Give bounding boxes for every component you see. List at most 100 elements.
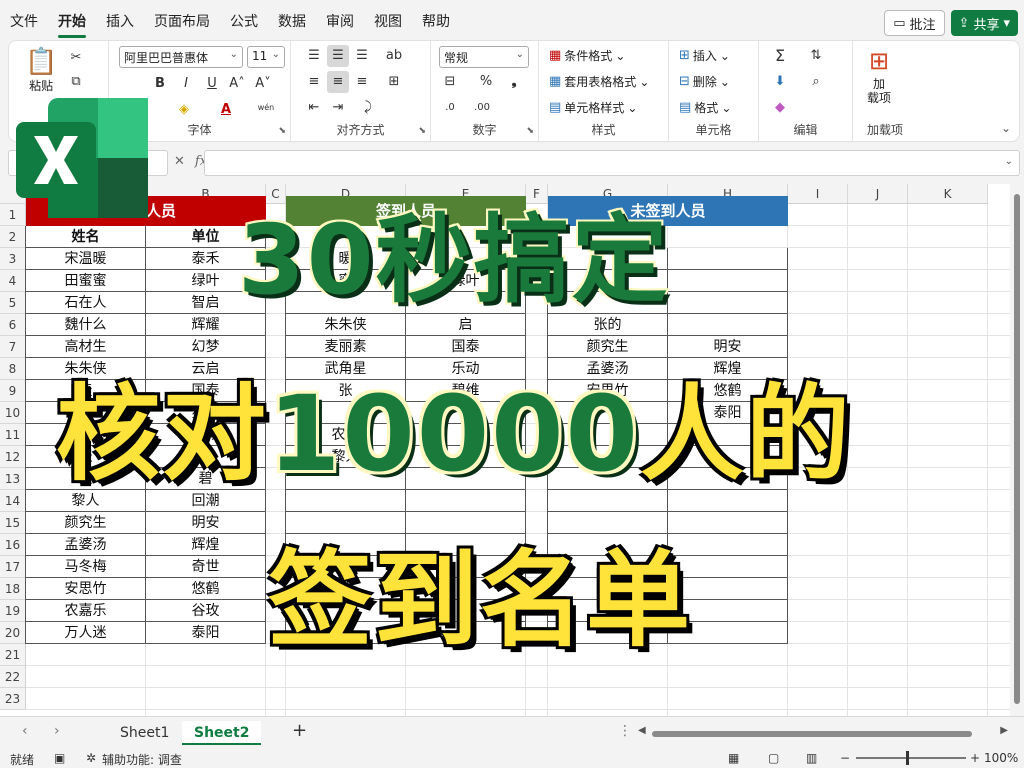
shrink-font-button[interactable]: A˅	[251, 73, 275, 95]
row-header[interactable]: 13	[0, 468, 26, 490]
align-right-icon[interactable]: ≡	[351, 71, 373, 93]
name-cell[interactable]: 高材生	[26, 336, 146, 358]
column-header[interactable]: K	[908, 184, 988, 204]
row-header[interactable]: 9	[0, 380, 26, 402]
unit-cell[interactable]: 国泰	[406, 336, 526, 358]
name-cell[interactable]: 马冬梅	[26, 556, 146, 578]
unit-cell[interactable]: 辉煌	[146, 534, 266, 556]
row-header[interactable]: 10	[0, 402, 26, 424]
row-header[interactable]: 14	[0, 490, 26, 512]
horizontal-scrollbar[interactable]: ◀ ▶	[638, 725, 1008, 739]
menu-home[interactable]: 开始	[48, 0, 96, 44]
row-header[interactable]: 12	[0, 446, 26, 468]
align-bottom-icon[interactable]: ☰	[351, 45, 373, 67]
header-name-cell[interactable]: 姓名	[26, 226, 146, 248]
fill-icon[interactable]: ⬇	[769, 71, 791, 93]
format-cells-button[interactable]: ▤ 格式 ⌄	[679, 99, 731, 116]
page-break-view-icon[interactable]: ▥	[806, 751, 817, 765]
empty-cell[interactable]	[548, 512, 668, 534]
autosum-icon[interactable]: Σ	[769, 45, 791, 67]
row-header[interactable]: 2	[0, 226, 26, 248]
font-name-select[interactable]: 阿里巴巴普惠体 ⌄	[119, 46, 243, 68]
name-cell[interactable]: 孟婆汤	[26, 534, 146, 556]
unit-cell[interactable]: 幻梦	[146, 336, 266, 358]
scroll-left-icon[interactable]: ◀	[638, 725, 646, 736]
page-layout-view-icon[interactable]: ▢	[768, 751, 779, 765]
unit-cell[interactable]: 奇世	[146, 556, 266, 578]
merge-center-icon[interactable]: ⊞	[383, 71, 405, 93]
zoom-slider-thumb[interactable]	[906, 751, 909, 765]
delete-cells-button[interactable]: ⊟ 删除 ⌄	[679, 73, 730, 90]
clear-icon[interactable]: ◆	[769, 97, 791, 119]
menu-page-layout[interactable]: 页面布局	[144, 0, 220, 44]
zoom-in-icon[interactable]: +	[970, 751, 980, 765]
menu-formulas[interactable]: 公式	[220, 0, 268, 44]
column-header[interactable]: F	[526, 184, 548, 204]
dialog-launcher-icon[interactable]: ⬊	[278, 126, 286, 136]
ribbon-collapse-icon[interactable]: ⌄	[1001, 121, 1011, 135]
increase-decimal-icon[interactable]: .0	[439, 97, 461, 119]
currency-icon[interactable]: ⊟	[439, 71, 461, 93]
empty-cell[interactable]	[406, 512, 526, 534]
row-header[interactable]: 5	[0, 292, 26, 314]
conditional-formatting-button[interactable]: ▦ 条件格式 ⌄	[549, 47, 625, 64]
number-format-select[interactable]: 常规 ⌄	[439, 46, 529, 68]
name-cell[interactable]: 石在人	[26, 292, 146, 314]
zoom-slider[interactable]	[856, 751, 966, 765]
vertical-scrollbar[interactable]	[1010, 184, 1024, 716]
unit-cell[interactable]: 辉耀	[146, 314, 266, 336]
cut-icon[interactable]: ✂	[65, 47, 87, 69]
accessibility-status[interactable]: 辅助功能: 调查	[102, 751, 182, 768]
unit-cell[interactable]: 明安	[668, 336, 788, 358]
unit-cell[interactable]	[668, 292, 788, 314]
row-header[interactable]: 22	[0, 666, 26, 688]
orientation-icon[interactable]: ab	[383, 45, 405, 67]
unit-cell[interactable]	[668, 314, 788, 336]
row-header[interactable]: 7	[0, 336, 26, 358]
unit-cell[interactable]	[668, 270, 788, 292]
menu-review[interactable]: 审阅	[316, 0, 364, 44]
comma-button[interactable]: ❟	[503, 71, 525, 93]
italic-button[interactable]: I	[175, 73, 197, 95]
name-cell[interactable]: 颜究生	[26, 512, 146, 534]
paste-button[interactable]: 📋 粘贴	[25, 47, 57, 94]
underline-button[interactable]: U	[201, 73, 223, 95]
share-button[interactable]: ⇪ 共享 ▾	[950, 10, 1018, 36]
row-header[interactable]: 18	[0, 578, 26, 600]
column-header[interactable]: C	[266, 184, 286, 204]
row-header[interactable]: 8	[0, 358, 26, 380]
font-size-select[interactable]: 11 ⌄	[247, 46, 285, 68]
vertical-scroll-thumb[interactable]	[1014, 194, 1020, 704]
sheet-tab-2[interactable]: Sheet2	[182, 721, 262, 745]
percent-button[interactable]: %	[475, 71, 497, 93]
find-icon[interactable]: ⌕	[805, 71, 827, 93]
formula-input[interactable]: ⌄	[204, 150, 1020, 176]
align-center-icon[interactable]: ≡	[327, 71, 349, 93]
fill-color-icon[interactable]: ◈	[173, 99, 195, 121]
increase-indent-icon[interactable]: ⇥	[327, 97, 349, 119]
name-cell[interactable]: 农嘉乐	[26, 600, 146, 622]
format-painter-icon[interactable]: ⤸	[357, 97, 379, 119]
decrease-indent-icon[interactable]: ⇤	[303, 97, 325, 119]
sort-filter-icon[interactable]: ⇅	[805, 45, 827, 67]
macro-record-icon[interactable]: ▣	[54, 751, 65, 765]
row-header[interactable]: 17	[0, 556, 26, 578]
name-cell[interactable]: 张的	[548, 314, 668, 336]
name-cell[interactable]: 颜究生	[548, 336, 668, 358]
row-header[interactable]: 4	[0, 270, 26, 292]
addins-button[interactable]: ⊞ 加 载项	[867, 47, 891, 105]
menu-data[interactable]: 数据	[268, 0, 316, 44]
align-middle-icon[interactable]: ☰	[327, 45, 349, 67]
add-sheet-button[interactable]: +	[292, 720, 307, 741]
decrease-decimal-icon[interactable]: .00	[471, 97, 493, 119]
row-header[interactable]: 16	[0, 534, 26, 556]
row-header[interactable]: 15	[0, 512, 26, 534]
name-cell[interactable]: 安思竹	[26, 578, 146, 600]
dialog-launcher-icon[interactable]: ⬊	[418, 126, 426, 136]
menu-file[interactable]: 文件	[0, 0, 48, 44]
insert-cells-button[interactable]: ⊞ 插入 ⌄	[679, 47, 730, 64]
unit-cell[interactable]	[668, 248, 788, 270]
row-header[interactable]: 21	[0, 644, 26, 666]
row-header[interactable]: 11	[0, 424, 26, 446]
more-options-icon[interactable]: ⋮	[618, 723, 632, 739]
